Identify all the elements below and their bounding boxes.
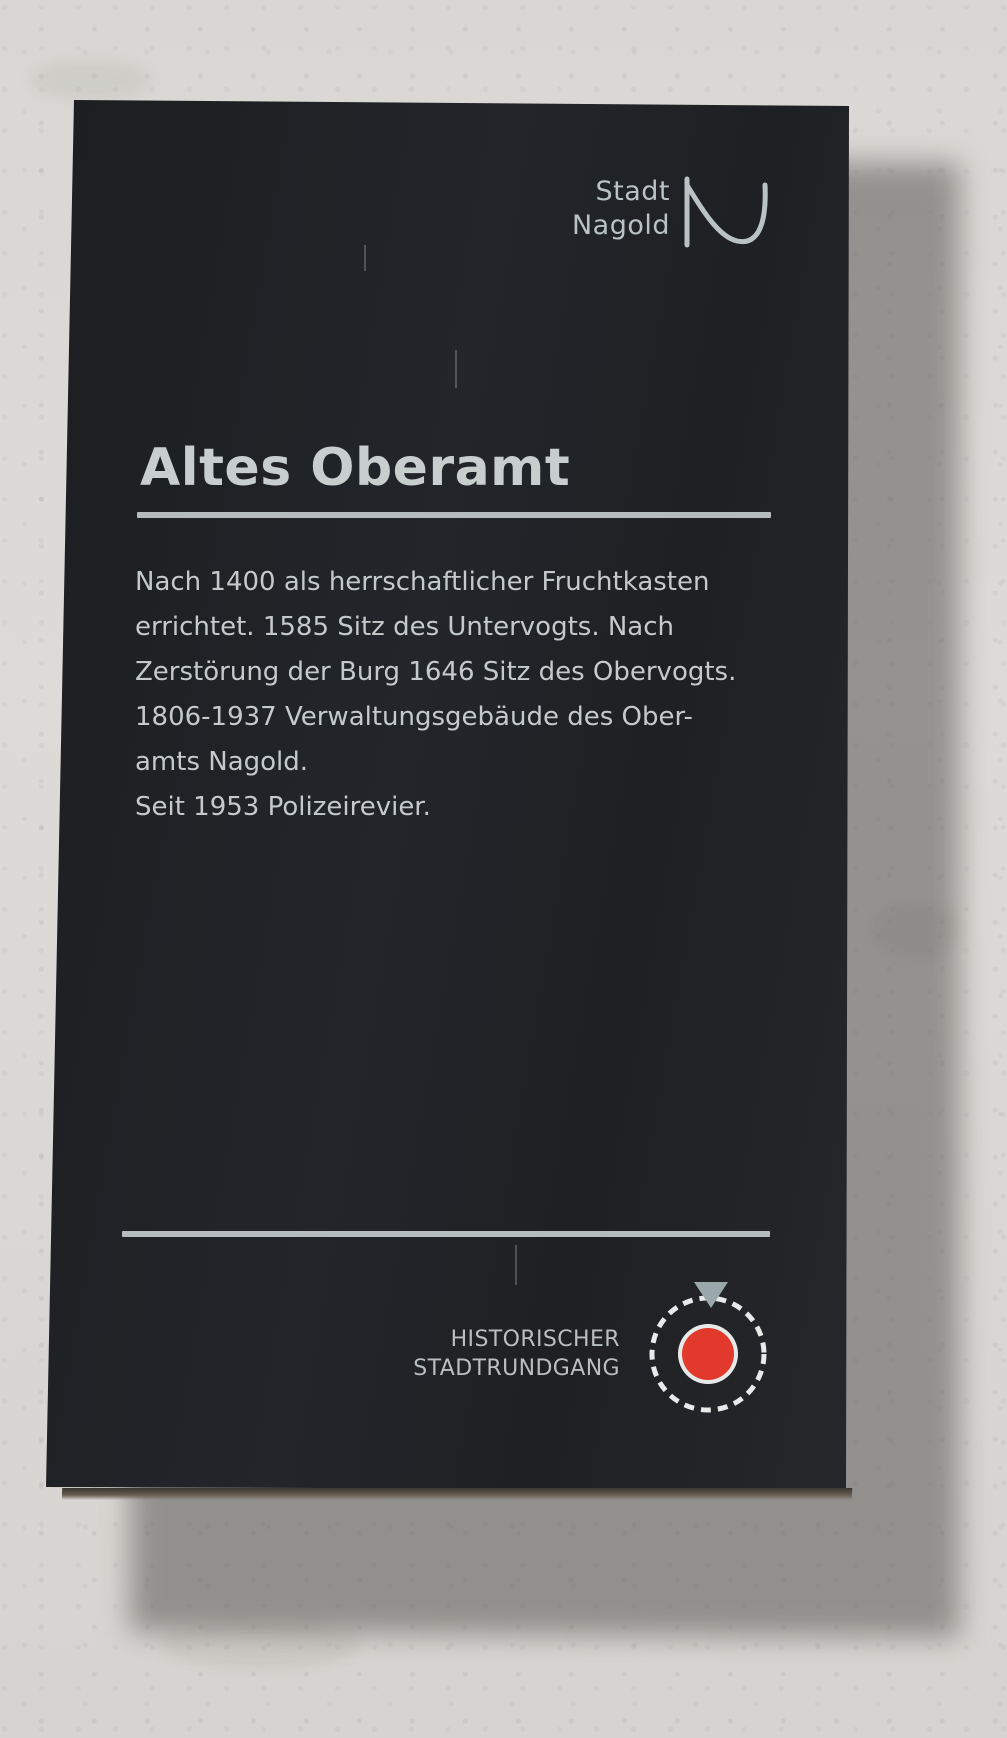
city-tour-route-icon	[649, 1282, 767, 1413]
scratch-mark	[455, 350, 457, 388]
description-line: 1806-1937 Verwaltungsgebäude des Ober-	[135, 702, 693, 732]
wall-texture	[30, 60, 150, 100]
description-line: errichtet. 1585 Sitz des Untervogts. Nac…	[135, 612, 675, 642]
scratch-mark	[515, 1245, 517, 1285]
logo-line-stadt: Stadt	[595, 176, 670, 207]
footer-divider	[122, 1231, 770, 1237]
direction-arrow-icon	[694, 1282, 728, 1308]
description-line: amts Nagold.	[135, 747, 309, 777]
description-line: Nach 1400 als herrschaftlicher Fruchtkas…	[135, 567, 710, 597]
title-divider	[137, 512, 771, 518]
plaque-title: Altes Oberamt	[140, 438, 571, 498]
stadt-nagold-logo: Stadt Nagold	[545, 175, 775, 255]
description-line: Zerstörung der Burg 1646 Sitz des Obervo…	[135, 657, 737, 687]
description-line: Seit 1953 Polizeirevier.	[135, 792, 431, 822]
red-marker-dot	[682, 1328, 734, 1380]
tour-line-stadtrundgang: STADTRUNDGANG	[413, 1356, 620, 1381]
plaque-bottom-edge	[61, 1488, 853, 1500]
tour-line-historischer: HISTORISCHER	[450, 1327, 620, 1352]
logo-text: Stadt Nagold	[572, 175, 670, 243]
plaque-description: Nach 1400 als herrschaftlicher Fruchtkas…	[135, 560, 795, 830]
scratch-mark	[364, 245, 366, 271]
logo-line-nagold: Nagold	[571, 210, 670, 241]
tour-label: HISTORISCHER STADTRUNDGANG	[370, 1325, 620, 1383]
nagold-n-icon	[684, 176, 768, 248]
